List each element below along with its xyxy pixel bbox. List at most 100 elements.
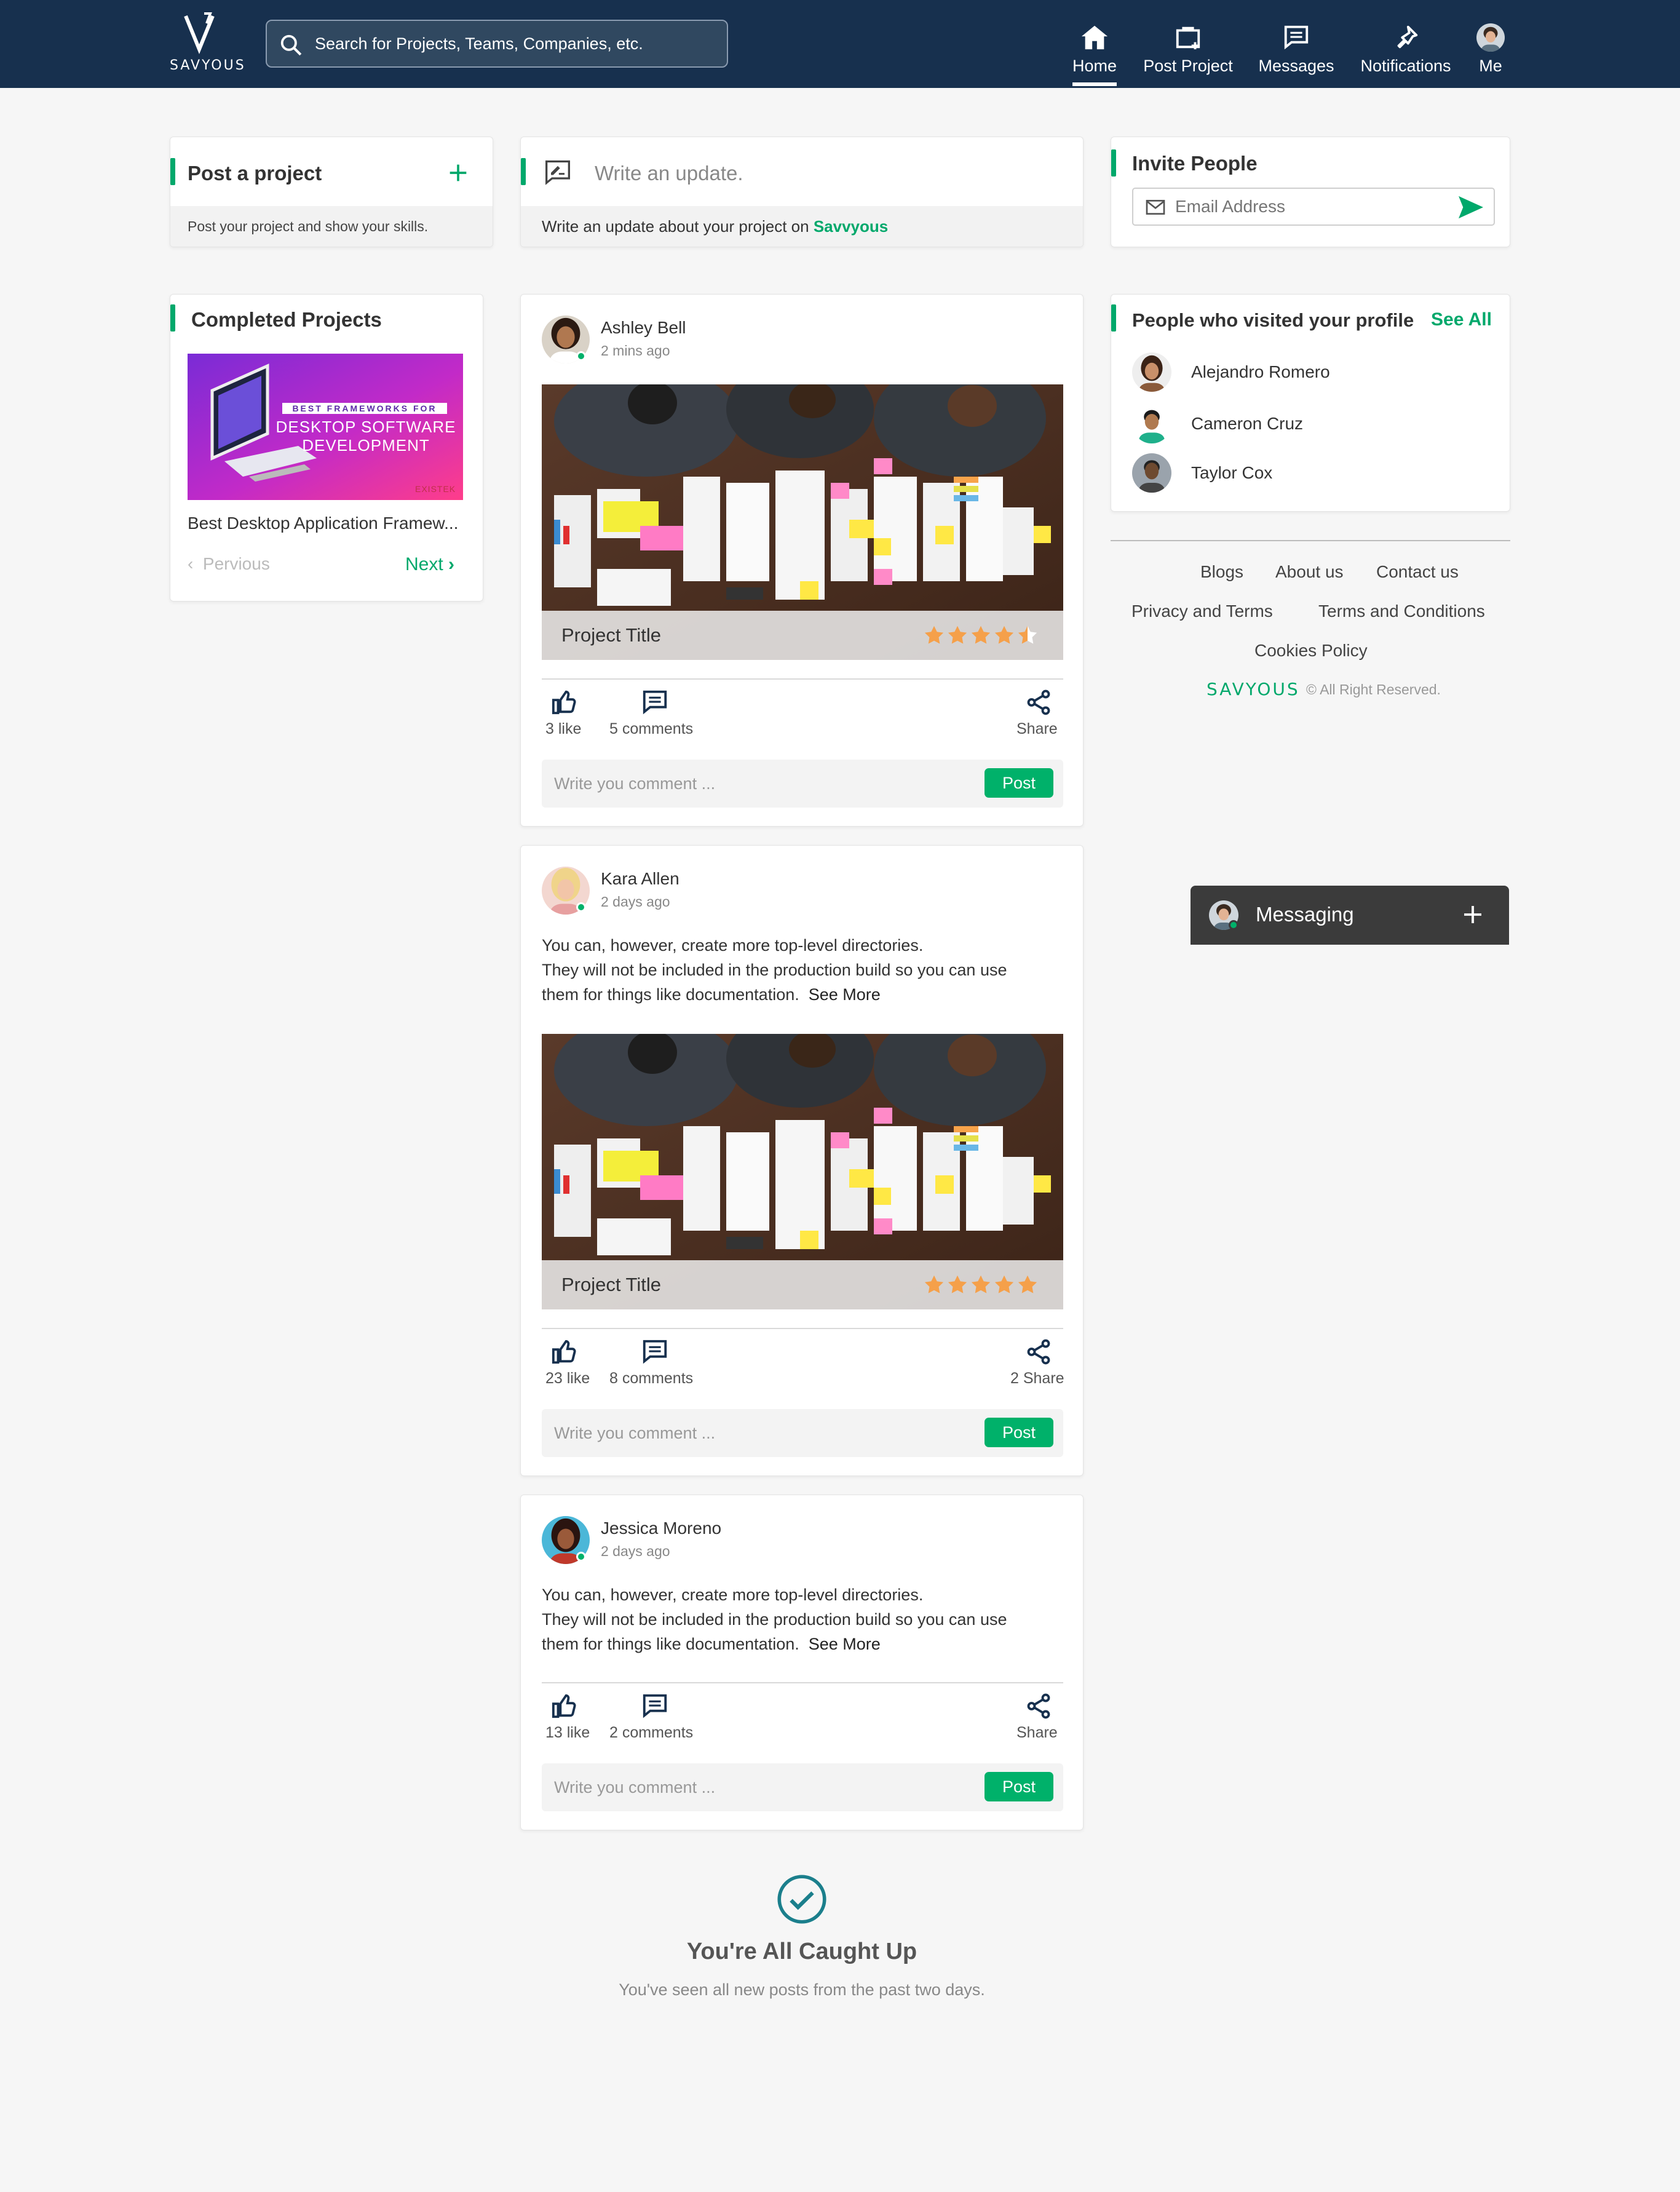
feed-post: Ashley Bell 2 mins ago Project Title 3 l… <box>520 294 1084 827</box>
nav-me[interactable]: Me <box>1471 23 1510 85</box>
caught-up-title: You're All Caught Up <box>686 1939 917 1964</box>
search-input[interactable] <box>315 21 708 66</box>
post-body: You can, however, create more top-level … <box>542 1582 1064 1656</box>
savyous-logo-icon[interactable] <box>182 11 219 54</box>
star-icon <box>1016 624 1039 646</box>
previous-label: Pervious <box>202 554 270 573</box>
star-icon <box>1016 1274 1039 1296</box>
footer-link-privacy[interactable]: Privacy and Terms <box>1131 602 1273 621</box>
nav-home[interactable]: Home <box>1065 23 1124 85</box>
like-icon[interactable] <box>550 688 580 717</box>
see-more-link[interactable]: See More <box>809 1635 881 1653</box>
home-icon <box>1081 25 1108 50</box>
footer-link-about[interactable]: About us <box>1275 562 1344 582</box>
share-icon[interactable] <box>1024 1692 1053 1720</box>
comment-icon[interactable] <box>640 688 670 717</box>
post-text-line: You can, however, create more top-level … <box>542 936 924 955</box>
visitor-name[interactable]: Taylor Cox <box>1191 463 1272 483</box>
top-navigation-bar: SAVYOUS Home Post Project Messages Notif… <box>0 0 1680 88</box>
banner-line-1: DESKTOP SOFTWARE <box>275 418 456 436</box>
post-comment-button[interactable]: Post <box>985 768 1053 798</box>
active-tab-indicator <box>1072 82 1117 86</box>
visitors-title: People who visited your profile <box>1132 309 1414 331</box>
project-thumbnail[interactable]: BEST FRAMEWORKS FOR DESKTOP SOFTWARE DEV… <box>188 354 463 500</box>
nav-post-project[interactable]: Post Project <box>1140 23 1236 85</box>
banner-line-2: DEVELOPMENT <box>302 436 430 455</box>
post-comment-button[interactable]: Post <box>985 1418 1053 1447</box>
star-icon <box>970 624 992 646</box>
footer-brand-logo: SAVYOUS <box>1207 679 1300 699</box>
avatar[interactable] <box>1132 453 1171 493</box>
post-comment-button[interactable]: Post <box>985 1772 1053 1801</box>
project-title: Project Title <box>561 624 661 646</box>
send-icon[interactable] <box>1457 195 1485 220</box>
footer-link-terms[interactable]: Terms and Conditions <box>1318 602 1485 621</box>
global-search[interactable] <box>266 20 728 68</box>
post-project-title: Post a project <box>188 162 322 185</box>
project-caption[interactable]: Best Desktop Application Framew... <box>188 514 458 533</box>
nav-messages[interactable]: Messages <box>1254 23 1338 85</box>
write-update-footer: Write an update about your project on Sa… <box>521 206 1083 247</box>
see-all-link[interactable]: See All <box>1431 309 1492 330</box>
share-icon[interactable] <box>1024 688 1053 717</box>
profile-visitors-card: People who visited your profile See All … <box>1111 294 1510 512</box>
post-author[interactable]: Kara Allen <box>601 869 680 889</box>
post-time: 2 days ago <box>601 894 670 910</box>
share-label: Share <box>1016 720 1058 737</box>
comment-input[interactable] <box>554 1763 948 1811</box>
new-message-plus-icon[interactable] <box>1460 902 1486 927</box>
project-photo[interactable]: Project Title <box>542 1034 1063 1309</box>
post-project-card: Post a project Post your project and sho… <box>170 137 493 247</box>
visitor-name[interactable]: Cameron Cruz <box>1191 414 1303 434</box>
comment-icon[interactable] <box>640 1338 670 1366</box>
invite-email-field[interactable] <box>1132 188 1495 226</box>
comment-icon[interactable] <box>640 1692 670 1720</box>
write-update-card: Write an update. Write an update about y… <box>520 137 1084 247</box>
comment-input[interactable] <box>554 760 948 808</box>
like-icon[interactable] <box>550 1692 580 1720</box>
post-author[interactable]: Ashley Bell <box>601 318 686 338</box>
star-icon <box>970 1274 992 1296</box>
post-project-subtitle: Post your project and show your skills. <box>188 218 429 234</box>
avatar[interactable] <box>1132 404 1171 443</box>
check-circle-icon <box>777 1875 826 1924</box>
star-icon <box>946 1274 969 1296</box>
divider <box>542 1682 1063 1683</box>
project-caption-bar: Project Title <box>542 611 1063 660</box>
like-icon[interactable] <box>550 1338 580 1366</box>
nav-notifications[interactable]: Notifications <box>1357 23 1455 85</box>
messaging-widget[interactable]: Messaging <box>1191 886 1509 945</box>
messaging-label: Messaging <box>1256 903 1354 926</box>
write-update-hint: Write an update about your project on Sa… <box>542 217 888 236</box>
online-status-dot <box>576 351 586 361</box>
accent-bar <box>1111 304 1116 332</box>
comment-input[interactable] <box>554 1409 948 1457</box>
email-input[interactable] <box>1175 189 1446 224</box>
online-status-dot <box>576 902 586 912</box>
comment-box: Post <box>542 1763 1063 1811</box>
add-project-icon[interactable] <box>446 161 470 185</box>
comment-box: Post <box>542 760 1063 808</box>
previous-button[interactable]: ‹ Pervious <box>188 554 270 574</box>
comment-box: Post <box>542 1409 1063 1457</box>
see-more-link[interactable]: See More <box>809 985 881 1004</box>
footer-link-contact[interactable]: Contact us <box>1376 562 1459 582</box>
share-count: 2 Share <box>1010 1370 1064 1387</box>
write-update-input[interactable]: Write an update. <box>595 162 743 185</box>
message-icon <box>1284 25 1309 50</box>
avatar[interactable] <box>1132 352 1171 392</box>
star-rating <box>923 1260 1046 1309</box>
brand-link[interactable]: Savvyous <box>814 217 888 236</box>
post-time: 2 mins ago <box>601 343 670 359</box>
footer-link-blogs[interactable]: Blogs <box>1200 562 1243 582</box>
project-photo[interactable]: Project Title <box>542 384 1063 660</box>
star-icon <box>946 624 969 646</box>
share-icon[interactable] <box>1024 1338 1053 1366</box>
hint-text: Write an update about your project on <box>542 217 809 236</box>
visitor-name[interactable]: Alejandro Romero <box>1191 362 1330 382</box>
share-label: Share <box>1016 1724 1058 1741</box>
like-count: 3 like <box>545 720 582 737</box>
footer-link-cookies[interactable]: Cookies Policy <box>1254 641 1368 661</box>
next-button[interactable]: Next › <box>405 554 454 575</box>
post-author[interactable]: Jessica Moreno <box>601 1519 721 1538</box>
